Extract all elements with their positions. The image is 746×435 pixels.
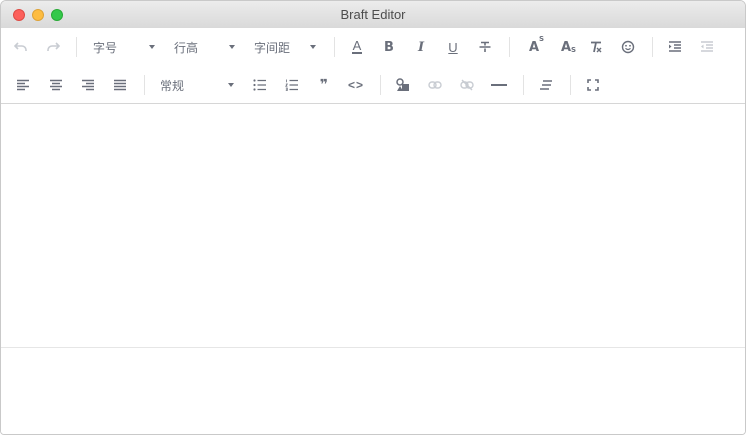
numbered-list-icon (285, 79, 298, 91)
bulleted-list-icon (253, 79, 266, 91)
media-button[interactable] (389, 71, 417, 99)
align-right-icon (82, 79, 94, 91)
superscript-icon: AS (528, 34, 545, 55)
toolbar-separator (334, 37, 335, 57)
horizontal-rule-button[interactable] (485, 71, 513, 99)
outdent-icon (701, 41, 713, 52)
align-center-icon (50, 79, 62, 91)
numbered-list-button[interactable] (278, 71, 306, 99)
italic-button[interactable]: I (407, 33, 435, 61)
align-left-button[interactable] (9, 71, 37, 99)
editor-content-area[interactable] (1, 104, 745, 347)
redo-icon (47, 42, 60, 51)
redo-button[interactable] (39, 33, 67, 61)
chevron-down-icon (149, 45, 155, 49)
text-color-button[interactable]: A (343, 33, 371, 61)
code-icon: <> (347, 78, 364, 92)
align-center-button[interactable] (42, 71, 70, 99)
window-title: Braft Editor (340, 7, 406, 22)
letter-spacing-label: 字间距 (254, 40, 291, 55)
indent-icon (669, 41, 681, 52)
remove-styles-button[interactable] (532, 71, 560, 99)
editor-toolbar: 字号 行高 字间距 A B I U A S A S 常规 ❞ <> (1, 28, 745, 104)
editor-window: Braft Editor 字号 行高 字间距 A B I U A S A S 常… (0, 0, 746, 435)
underline-button[interactable]: U (439, 33, 467, 61)
emoji-icon (621, 40, 635, 54)
emoji-button[interactable] (614, 33, 642, 61)
align-justify-button[interactable] (106, 71, 134, 99)
toolbar-separator (76, 37, 77, 57)
font-size-dropdown[interactable]: 字号 (93, 33, 155, 61)
chevron-down-icon (229, 45, 235, 49)
undo-icon (14, 42, 27, 51)
heading-label: 常规 (160, 78, 185, 93)
superscript-button[interactable]: AS (520, 33, 548, 61)
subscript-icon: AS (560, 39, 577, 55)
toolbar-separator (570, 75, 571, 95)
line-height-label: 行高 (174, 40, 199, 55)
subscript-button[interactable]: AS (552, 33, 580, 61)
text-color-icon: A (351, 38, 363, 54)
blockquote-button[interactable]: ❞ (310, 71, 338, 99)
toolbar-separator (144, 75, 145, 95)
line-height-dropdown[interactable]: 行高 (174, 33, 235, 61)
title-bar: Braft Editor (1, 1, 745, 29)
strikethrough-icon (479, 41, 491, 52)
chevron-down-icon (228, 83, 234, 87)
letter-spacing-dropdown[interactable]: 字间距 (254, 33, 316, 61)
align-justify-icon (114, 79, 126, 91)
bold-button[interactable]: B (375, 33, 403, 61)
underline-icon: U (448, 39, 458, 55)
link-icon (428, 81, 442, 89)
bulleted-list-button[interactable] (246, 71, 274, 99)
heading-dropdown[interactable]: 常规 (160, 71, 234, 99)
link-button[interactable] (421, 71, 449, 99)
strikethrough-button[interactable] (471, 33, 499, 61)
italic-icon: I (417, 39, 425, 55)
align-left-icon (17, 79, 29, 91)
fullscreen-icon (587, 79, 599, 91)
fullscreen-button[interactable] (579, 71, 607, 99)
toolbar-separator (380, 75, 381, 95)
clear-format-icon (591, 41, 602, 53)
indent-button[interactable] (661, 33, 689, 61)
quote-icon: ❞ (319, 77, 329, 93)
undo-button[interactable] (7, 33, 35, 61)
toolbar-separator (523, 75, 524, 95)
remove-styles-icon (540, 80, 552, 90)
unlink-button[interactable] (453, 71, 481, 99)
bold-icon: B (384, 39, 394, 55)
media-icon (396, 78, 409, 91)
toolbar-separator (652, 37, 653, 57)
font-size-label: 字号 (93, 40, 118, 55)
toolbar-separator (509, 37, 510, 57)
horizontal-rule-icon (491, 84, 507, 86)
outdent-button[interactable] (693, 33, 721, 61)
clear-format-button[interactable] (582, 33, 610, 61)
unlink-icon (460, 79, 474, 91)
chevron-down-icon (310, 45, 316, 49)
code-block-button[interactable]: <> (342, 71, 370, 99)
align-right-button[interactable] (74, 71, 102, 99)
